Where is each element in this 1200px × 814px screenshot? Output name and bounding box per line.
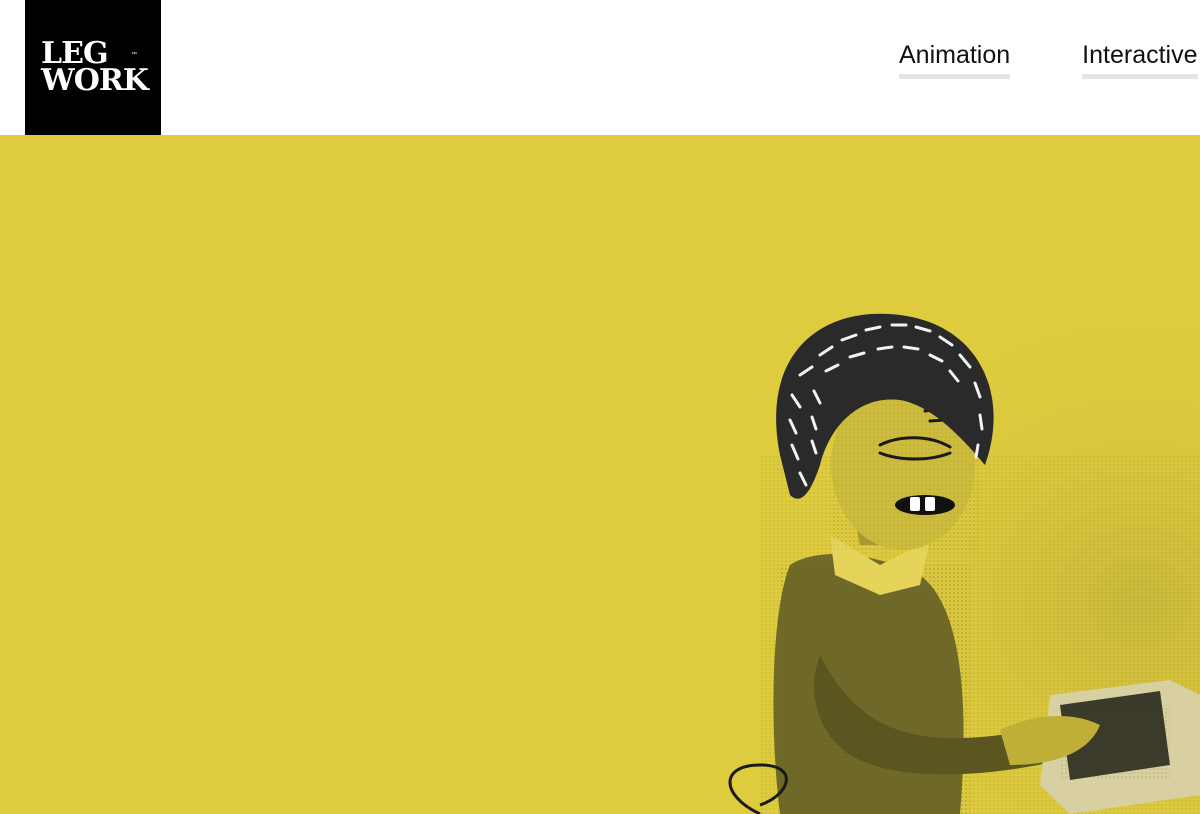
logo-wordmark: LEG WORK: [41, 39, 149, 98]
nav-item-interactive[interactable]: Interactive: [1082, 40, 1198, 79]
nav-item-animation[interactable]: Animation: [899, 40, 1011, 79]
mouth: [895, 495, 955, 515]
main-nav: Animation Interactive: [899, 40, 1198, 79]
logo-trademark: ™: [131, 52, 137, 58]
hero-banner: [0, 135, 1200, 814]
hero-illustration: [600, 285, 1200, 814]
site-header: LEG WORK ™ Animation Interactive: [0, 0, 1200, 135]
logo-line-work: WORK: [41, 63, 149, 98]
page: LEG WORK ™ Animation Interactive: [0, 0, 1200, 814]
legwork-logo[interactable]: LEG WORK ™: [25, 0, 161, 135]
